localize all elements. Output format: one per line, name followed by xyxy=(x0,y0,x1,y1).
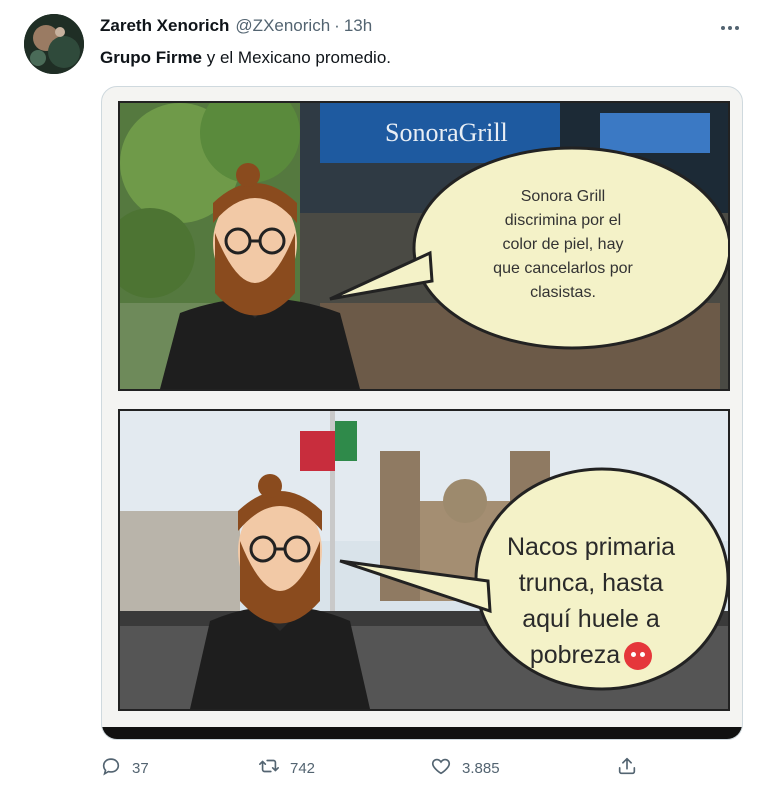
separator-dot: · xyxy=(334,16,340,35)
tweet-media[interactable]: SonoraGrill Sonora Grill discrimina por … xyxy=(101,86,743,740)
tweet-header: Zareth Xenorich @ZXenorich · 13h xyxy=(100,16,372,38)
retweet-icon xyxy=(258,755,280,781)
media-bottom-bar xyxy=(102,727,742,739)
heart-icon xyxy=(430,755,452,781)
share-icon xyxy=(616,755,638,781)
reply-button[interactable]: 37 xyxy=(100,752,149,784)
sonora-sign: SonoraGrill xyxy=(385,118,508,147)
like-count: 3.885 xyxy=(462,759,500,777)
tweet-text-rest: y el Mexicano promedio. xyxy=(202,48,391,67)
top-speech-bubble: Sonora Grill discrimina por el color de … xyxy=(493,188,633,301)
retweet-count: 742 xyxy=(290,759,316,777)
meme-panel-bottom: Nacos primaria trunca, hasta aquí huele … xyxy=(118,409,730,711)
author-name[interactable]: Zareth Xenorich xyxy=(100,16,229,36)
avatar[interactable] xyxy=(24,14,84,74)
tweet-actions: 37 742 3.885 xyxy=(100,752,660,784)
like-button[interactable]: 3.885 xyxy=(430,752,500,784)
tweet-text: Grupo Firme y el Mexicano promedio. xyxy=(100,48,391,68)
meme-panel-top: SonoraGrill Sonora Grill discrimina por … xyxy=(118,101,730,391)
reply-count: 37 xyxy=(132,759,149,777)
more-horizontal-icon[interactable] xyxy=(716,14,744,42)
angry-face-emoji xyxy=(624,642,653,671)
timestamp[interactable]: 13h xyxy=(344,16,372,36)
tweet: Zareth Xenorich @ZXenorich · 13h Grupo F… xyxy=(0,0,768,796)
share-button[interactable] xyxy=(616,752,638,784)
tweet-text-bold[interactable]: Grupo Firme xyxy=(100,48,202,67)
bottom-speech-bubble: Nacos primaria trunca, hasta aquí huele … xyxy=(496,529,686,673)
reply-icon xyxy=(100,755,122,781)
retweet-button[interactable]: 742 xyxy=(258,752,315,784)
author-handle[interactable]: @ZXenorich xyxy=(235,16,330,36)
